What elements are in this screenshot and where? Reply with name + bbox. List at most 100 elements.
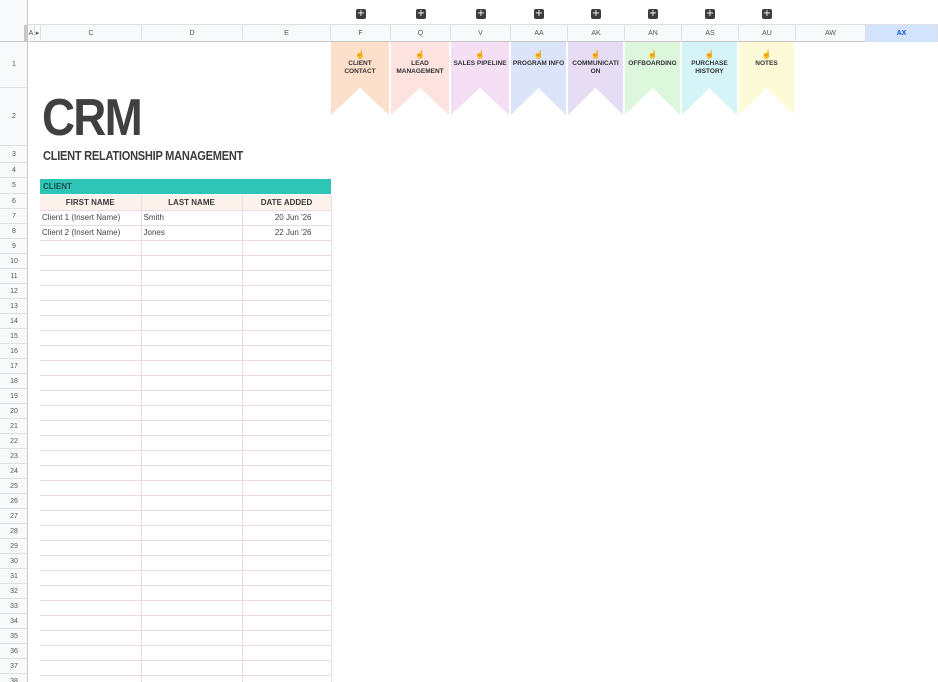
empty-cell[interactable] — [242, 525, 332, 541]
empty-cell[interactable] — [242, 435, 332, 451]
empty-cell[interactable] — [242, 585, 332, 601]
empty-cell[interactable] — [141, 255, 243, 271]
empty-cell[interactable] — [242, 255, 332, 271]
empty-cell[interactable] — [141, 435, 243, 451]
first-name-cell[interactable]: Client 1 (Insert Name) — [40, 210, 142, 226]
row-header[interactable]: 30 — [0, 554, 28, 569]
empty-cell[interactable] — [141, 405, 243, 421]
row-header[interactable]: 38 — [0, 674, 28, 682]
empty-cell[interactable] — [242, 390, 332, 406]
empty-cell[interactable] — [141, 585, 243, 601]
empty-cell[interactable] — [141, 450, 243, 466]
row-header[interactable]: 3 — [0, 146, 28, 163]
empty-cell[interactable] — [141, 630, 243, 646]
empty-cell[interactable] — [40, 510, 142, 526]
empty-cell[interactable] — [141, 495, 243, 511]
row-header[interactable]: 2 — [0, 88, 28, 146]
expand-group-icon[interactable]: + — [591, 9, 601, 19]
column-header-au[interactable]: AU — [739, 25, 796, 42]
empty-cell[interactable] — [242, 465, 332, 481]
expand-group-icon[interactable]: + — [476, 9, 486, 19]
empty-cell[interactable] — [141, 300, 243, 316]
empty-cell[interactable] — [242, 510, 332, 526]
empty-cell[interactable] — [242, 480, 332, 496]
date-added-cell[interactable]: 20 Jun '26 — [242, 210, 332, 226]
empty-cell[interactable] — [242, 315, 332, 331]
column-header-an[interactable]: AN — [625, 25, 682, 42]
banner-sales-pipeline[interactable]: ☝ SALES PIPELINE — [451, 42, 509, 115]
column-header-first-name[interactable]: FIRST NAME — [40, 195, 142, 211]
empty-cell[interactable] — [242, 675, 332, 682]
empty-cell[interactable] — [40, 270, 142, 286]
row-header[interactable]: 13 — [0, 299, 28, 314]
banner-communicati-on[interactable]: ☝ COMMUNICATI ON — [568, 42, 623, 115]
first-name-cell[interactable]: Client 2 (Insert Name) — [40, 225, 142, 241]
row-header[interactable]: 22 — [0, 434, 28, 449]
row-header[interactable]: 19 — [0, 389, 28, 404]
date-added-cell[interactable]: 22 Jun '26 — [242, 225, 332, 241]
row-header[interactable]: 8 — [0, 224, 28, 239]
empty-cell[interactable] — [40, 300, 142, 316]
banner-notes[interactable]: ☝ NOTES — [739, 42, 794, 115]
empty-cell[interactable] — [40, 465, 142, 481]
column-header-q[interactable]: Q — [391, 25, 451, 42]
last-name-cell[interactable]: Jones — [141, 225, 243, 241]
empty-cell[interactable] — [141, 540, 243, 556]
column-header-v[interactable]: V — [451, 25, 511, 42]
empty-cell[interactable] — [242, 660, 332, 676]
empty-cell[interactable] — [242, 300, 332, 316]
expand-group-icon[interactable]: + — [762, 9, 772, 19]
row-header[interactable]: 23 — [0, 449, 28, 464]
empty-cell[interactable] — [242, 540, 332, 556]
empty-cell[interactable] — [40, 675, 142, 682]
empty-cell[interactable] — [40, 645, 142, 661]
empty-cell[interactable] — [242, 330, 332, 346]
row-header[interactable]: 35 — [0, 629, 28, 644]
row-header[interactable]: 28 — [0, 524, 28, 539]
empty-cell[interactable] — [40, 615, 142, 631]
expand-group-icon[interactable]: + — [356, 9, 366, 19]
empty-cell[interactable] — [40, 420, 142, 436]
row-header[interactable]: 7 — [0, 209, 28, 224]
row-header[interactable]: 9 — [0, 239, 28, 254]
row-header[interactable]: 10 — [0, 254, 28, 269]
empty-cell[interactable] — [242, 360, 332, 376]
column-header-a[interactable]: A — [28, 25, 35, 42]
empty-cell[interactable] — [141, 270, 243, 286]
row-header[interactable]: 26 — [0, 494, 28, 509]
empty-cell[interactable] — [141, 465, 243, 481]
column-header-e[interactable]: E — [243, 25, 331, 42]
row-header[interactable]: 16 — [0, 344, 28, 359]
row-header[interactable]: 24 — [0, 464, 28, 479]
banner-lead-management[interactable]: ☝ LEAD MANAGEMENT — [391, 42, 449, 115]
column-header-aa[interactable]: AA — [511, 25, 568, 42]
expand-group-icon[interactable]: + — [416, 9, 426, 19]
empty-cell[interactable] — [40, 495, 142, 511]
empty-cell[interactable] — [141, 570, 243, 586]
select-all-corner[interactable] — [0, 25, 28, 42]
empty-cell[interactable] — [242, 495, 332, 511]
empty-cell[interactable] — [242, 345, 332, 361]
row-header[interactable]: 1 — [0, 42, 28, 88]
column-header-f[interactable]: F — [331, 25, 391, 42]
row-header[interactable]: 18 — [0, 374, 28, 389]
empty-cell[interactable] — [242, 450, 332, 466]
row-header[interactable]: 34 — [0, 614, 28, 629]
expand-group-icon[interactable]: + — [705, 9, 715, 19]
empty-cell[interactable] — [242, 375, 332, 391]
row-header[interactable]: 17 — [0, 359, 28, 374]
column-header-ax[interactable]: AX — [866, 25, 938, 42]
banner-client-contact[interactable]: ☝ CLIENT CONTACT — [331, 42, 389, 115]
expand-group-icon[interactable]: + — [534, 9, 544, 19]
empty-cell[interactable] — [141, 600, 243, 616]
empty-cell[interactable] — [141, 555, 243, 571]
empty-cell[interactable] — [40, 450, 142, 466]
empty-cell[interactable] — [40, 330, 142, 346]
empty-cell[interactable] — [40, 540, 142, 556]
column-header-c[interactable]: C — [41, 25, 142, 42]
empty-cell[interactable] — [242, 630, 332, 646]
empty-cell[interactable] — [40, 345, 142, 361]
empty-cell[interactable] — [141, 240, 243, 256]
empty-cell[interactable] — [40, 285, 142, 301]
empty-cell[interactable] — [40, 660, 142, 676]
